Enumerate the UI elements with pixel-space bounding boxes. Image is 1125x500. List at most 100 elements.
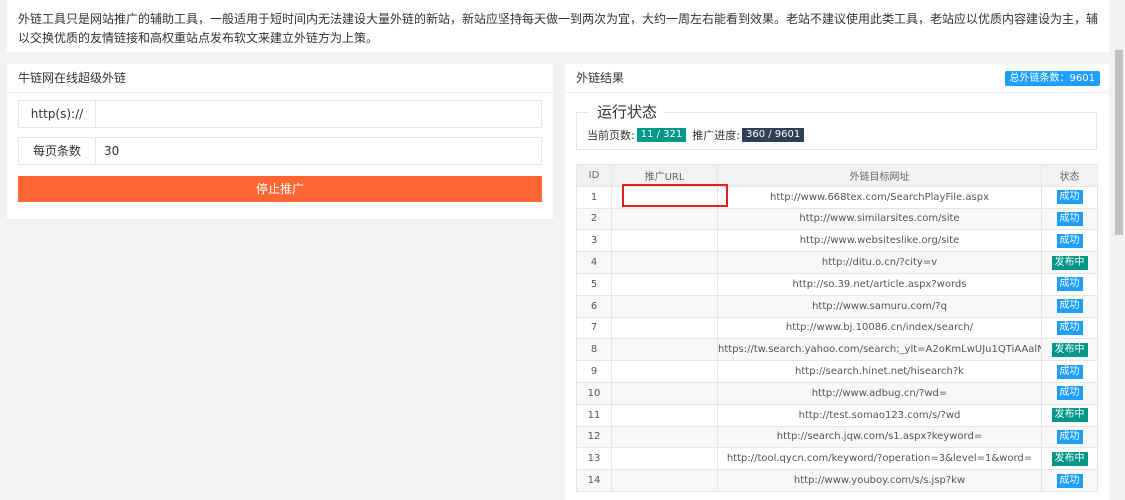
col-target-header: 外链目标网址: [717, 164, 1042, 187]
row-status-cell: 成功: [1041, 425, 1098, 449]
row-id: 7: [576, 316, 612, 340]
per-page-label: 每页条数: [19, 138, 96, 164]
row-status-cell: 成功: [1041, 381, 1098, 405]
notice-text: 外链工具只是网站推广的辅助工具，一般适用于短时间内无法建设大量外链的新站，新站应…: [7, 0, 1109, 52]
promotion-panel: 牛链网在线超级外链 http(s):// 每页条数 停止推广: [7, 64, 553, 219]
row-id: 1: [576, 185, 612, 209]
row-status-cell: 成功: [1041, 360, 1098, 383]
row-url: [611, 251, 718, 274]
row-status-cell: 成功: [1041, 469, 1098, 492]
table-row: 14 http://www.youboy.com/s/s.jsp?kw 成功: [576, 469, 1098, 492]
row-url: [611, 207, 718, 231]
table-row: 3 http://www.websiteslike.org/site 成功: [576, 229, 1098, 253]
stop-promotion-button[interactable]: 停止推广: [18, 176, 542, 202]
row-id: 8: [576, 338, 612, 362]
status-badge: 成功: [1056, 386, 1083, 401]
table-row: 9 http://search.hinet.net/hisearch?k 成功: [576, 360, 1098, 383]
row-url: [611, 338, 718, 362]
status-badge: 成功: [1056, 299, 1083, 314]
status-badge: 发布中: [1051, 342, 1088, 357]
col-id-header: ID: [576, 164, 612, 187]
row-url: [611, 381, 718, 405]
row-target-link[interactable]: http://www.websiteslike.org/site: [717, 229, 1042, 253]
row-status-cell: 成功: [1041, 272, 1098, 296]
col-status-header: 状态: [1041, 164, 1098, 187]
row-id: 3: [576, 229, 612, 253]
progress-badge: 360 / 9601: [741, 128, 805, 142]
row-id: 13: [576, 447, 612, 471]
row-url: [611, 425, 718, 449]
current-page-label: 当前页数:: [587, 129, 635, 142]
status-badge: 发布中: [1051, 408, 1088, 423]
status-badge: 成功: [1056, 277, 1083, 292]
row-status-cell: 成功: [1041, 294, 1098, 318]
row-status-cell: 成功: [1041, 207, 1098, 231]
results-panel: 外链结果 总外链条数：9601 运行状态 当前页数: 11 / 321 推广进度…: [565, 64, 1109, 500]
run-status-legend: 运行状态: [589, 102, 666, 122]
row-url: [611, 360, 718, 383]
run-status-box: 运行状态 当前页数: 11 / 321 推广进度: 360 / 9601: [576, 102, 1097, 150]
row-url: [611, 469, 718, 492]
row-id: 9: [576, 360, 612, 383]
status-badge: 成功: [1056, 320, 1083, 335]
row-target-link[interactable]: https://tw.search.yahoo.com/search;_ylt=…: [717, 338, 1042, 362]
status-badge: 成功: [1056, 211, 1083, 226]
per-page-row: 每页条数: [18, 137, 542, 165]
row-target-link[interactable]: http://so.39.net/article.aspx?words: [717, 272, 1042, 296]
row-url: [611, 272, 718, 296]
status-badge: 成功: [1056, 429, 1083, 444]
row-status-cell: 发布中: [1041, 447, 1098, 471]
table-row: 2 http://www.similarsites.com/site 成功: [576, 207, 1098, 231]
row-target-link[interactable]: http://www.adbug.cn/?wd=: [717, 381, 1042, 405]
row-id: 11: [576, 403, 612, 427]
scrollbar-thumb[interactable]: [1115, 50, 1123, 235]
row-status-cell: 成功: [1041, 185, 1098, 209]
page-scrollbar[interactable]: [1113, 0, 1125, 500]
status-badge: 发布中: [1051, 255, 1088, 270]
table-row: 11 http://test.somao123.com/s/?wd 发布中: [576, 403, 1098, 427]
row-target-link[interactable]: http://www.samuru.com/?q: [717, 294, 1042, 318]
table-row: 10 http://www.adbug.cn/?wd= 成功: [576, 381, 1098, 405]
row-target-link[interactable]: http://ditu.o.cn/?city=v: [717, 251, 1042, 274]
row-id: 2: [576, 207, 612, 231]
row-target-link[interactable]: http://www.668tex.com/SearchPlayFile.asp…: [717, 185, 1042, 209]
row-url: [611, 229, 718, 253]
row-url: [611, 316, 718, 340]
status-badge: 成功: [1056, 233, 1083, 248]
row-target-link[interactable]: http://search.hinet.net/hisearch?k: [717, 360, 1042, 383]
per-page-input[interactable]: [96, 138, 541, 164]
table-row: 7 http://www.bj.10086.cn/index/search/成功: [576, 316, 1098, 340]
row-id: 12: [576, 425, 612, 449]
url-input[interactable]: [96, 101, 541, 127]
row-id: 14: [576, 469, 612, 492]
table-row: 13 http://tool.qycn.com/keyword/?operatio…: [576, 447, 1098, 471]
row-target-link[interactable]: http://www.youboy.com/s/s.jsp?kw: [717, 469, 1042, 492]
row-target-link[interactable]: http://www.bj.10086.cn/index/search/: [717, 316, 1042, 340]
status-badge: 成功: [1056, 190, 1083, 205]
table-row: 6 http://www.samuru.com/?q 成功: [576, 294, 1098, 318]
row-status-cell: 发布中: [1041, 403, 1098, 427]
results-table: ID 推广URL 外链目标网址 状态 1 http://www.668tex.co…: [576, 164, 1098, 492]
status-line: 当前页数: 11 / 321 推广进度: 360 / 9601: [587, 127, 810, 143]
row-id: 10: [576, 381, 612, 405]
promotion-panel-title: 牛链网在线超级外链: [7, 64, 553, 93]
row-id: 6: [576, 294, 612, 318]
status-badge: 发布中: [1051, 451, 1088, 466]
table-row: 12 http://search.jqw.com/s1.aspx?keyword=…: [576, 425, 1098, 449]
results-panel-title: 外链结果: [576, 71, 625, 85]
row-target-link[interactable]: http://search.jqw.com/s1.aspx?keyword=: [717, 425, 1042, 449]
total-links-badge: 总外链条数：9601: [1004, 71, 1100, 86]
row-url: [611, 447, 718, 471]
row-target-link[interactable]: http://test.somao123.com/s/?wd: [717, 403, 1042, 427]
row-target-link[interactable]: http://tool.qycn.com/keyword/?operation=…: [717, 447, 1042, 471]
row-status-cell: 发布中: [1041, 251, 1098, 274]
status-badge: 成功: [1056, 364, 1083, 379]
row-url: [611, 294, 718, 318]
row-url: [611, 403, 718, 427]
row-target-link[interactable]: http://www.similarsites.com/site: [717, 207, 1042, 231]
row-status-cell: 成功: [1041, 316, 1098, 340]
status-badge: 成功: [1056, 473, 1083, 488]
table-row: 8 https://tw.search.yahoo.com/search;_ylt…: [576, 338, 1098, 362]
progress-label: 推广进度:: [692, 129, 740, 142]
row-status-cell: 发布中: [1041, 338, 1098, 362]
